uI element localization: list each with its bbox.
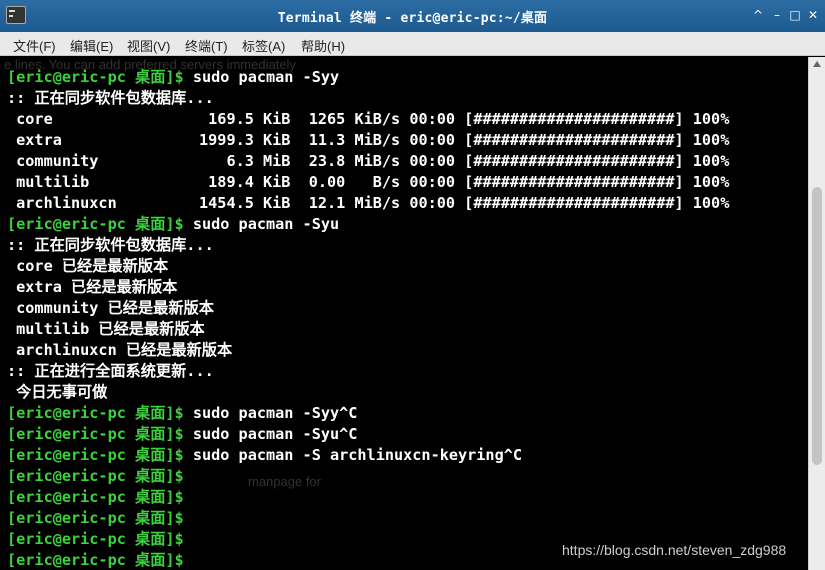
terminal-line: [eric@eric-pc 桌面]$ [7,487,184,508]
terminal-line: [eric@eric-pc 桌面]$ sudo pacman -Syy^C [7,403,357,424]
command-text: sudo pacman -Syy [183,68,340,86]
terminal-output[interactable]: e lines. You can add preferred servers i… [0,57,808,570]
output-text: :: 正在同步软件包数据库... [7,89,214,107]
title-bar[interactable]: Terminal 终端 - eric@eric-pc:~/桌面 ^ – □ ✕ [0,0,825,32]
shell-prompt: [eric@eric-pc 桌面]$ [7,425,184,443]
scroll-up-arrow-icon[interactable] [813,61,821,67]
terminal-line: community 已经是最新版本 [7,298,214,319]
shell-prompt: [eric@eric-pc 桌面]$ [7,68,184,86]
watermark: https://blog.csdn.net/steven_zdg988 [562,542,787,558]
terminal-line: [eric@eric-pc 桌面]$ [7,550,184,570]
menu-file[interactable]: 文件(F) [13,36,56,55]
menu-terminal[interactable]: 终端(T) [185,36,228,55]
terminal-line: [eric@eric-pc 桌面]$ sudo pacman -Syy [7,67,339,88]
terminal-line: :: 正在进行全面系统更新... [7,361,214,382]
keep-above-button[interactable]: ^ [750,6,766,24]
ghost-text: manpage for [248,474,321,489]
shell-prompt: [eric@eric-pc 桌面]$ [7,446,184,464]
terminal-line: community 6.3 MiB 23.8 MiB/s 00:00 [####… [7,151,729,172]
output-text: :: 正在进行全面系统更新... [7,362,214,380]
vertical-scrollbar[interactable] [808,57,825,570]
maximize-button[interactable]: □ [787,6,803,24]
output-text: multilib 189.4 KiB 0.00 B/s 00:00 [#####… [7,173,730,191]
output-text: archlinuxcn 已经是最新版本 [7,341,233,359]
minimize-button[interactable]: – [769,6,785,24]
menu-help[interactable]: 帮助(H) [301,36,345,55]
terminal-line: multilib 已经是最新版本 [7,319,205,340]
output-text: 今日无事可做 [7,383,108,401]
shell-prompt: [eric@eric-pc 桌面]$ [7,488,184,506]
terminal-line: archlinuxcn 已经是最新版本 [7,340,232,361]
menu-tabs[interactable]: 标签(A) [242,36,285,55]
terminal-line: core 已经是最新版本 [7,256,168,277]
output-text: :: 正在同步软件包数据库... [7,236,214,254]
shell-prompt: [eric@eric-pc 桌面]$ [7,509,184,527]
terminal-line: :: 正在同步软件包数据库... [7,235,214,256]
output-text: core 169.5 KiB 1265 KiB/s 00:00 [#######… [7,110,730,128]
menu-view[interactable]: 视图(V) [127,36,170,55]
shell-prompt: [eric@eric-pc 桌面]$ [7,467,184,485]
command-text: sudo pacman -S archlinuxcn-keyring^C [183,446,523,464]
command-text: sudo pacman -Syu [183,215,340,233]
terminal-line: extra 1999.3 KiB 11.3 MiB/s 00:00 [#####… [7,130,729,151]
output-text: archlinuxcn 1454.5 KiB 12.1 MiB/s 00:00 … [7,194,730,212]
terminal-line: [eric@eric-pc 桌面]$ sudo pacman -S archli… [7,445,522,466]
close-button[interactable]: ✕ [805,6,821,24]
window-title: Terminal 终端 - eric@eric-pc:~/桌面 [277,11,548,26]
menu-bar: 文件(F) 编辑(E) 视图(V) 终端(T) 标签(A) 帮助(H) [0,32,825,56]
terminal-line: [eric@eric-pc 桌面]$ [7,466,184,487]
terminal-line: [eric@eric-pc 桌面]$ sudo pacman -Syu^C [7,424,357,445]
command-text: sudo pacman -Syy^C [183,404,358,422]
menu-edit[interactable]: 编辑(E) [70,36,113,55]
output-text: extra 1999.3 KiB 11.3 MiB/s 00:00 [#####… [7,131,730,149]
output-text: extra 已经是最新版本 [7,278,178,296]
terminal-line: archlinuxcn 1454.5 KiB 12.1 MiB/s 00:00 … [7,193,729,214]
terminal-line: [eric@eric-pc 桌面]$ [7,508,184,529]
terminal-line: [eric@eric-pc 桌面]$ sudo pacman -Syu [7,214,339,235]
terminal-line: [eric@eric-pc 桌面]$ [7,529,184,550]
command-text: sudo pacman -Syu^C [183,425,358,443]
shell-prompt: [eric@eric-pc 桌面]$ [7,404,184,422]
output-text: core 已经是最新版本 [7,257,169,275]
output-text: community 已经是最新版本 [7,299,214,317]
terminal-line: core 169.5 KiB 1265 KiB/s 00:00 [#######… [7,109,729,130]
shell-prompt: [eric@eric-pc 桌面]$ [7,215,184,233]
shell-prompt: [eric@eric-pc 桌面]$ [7,530,184,548]
shell-prompt: [eric@eric-pc 桌面]$ [7,551,184,569]
terminal-line: 今日无事可做 [7,382,107,403]
output-text: community 6.3 MiB 23.8 MiB/s 00:00 [####… [7,152,730,170]
terminal-line: :: 正在同步软件包数据库... [7,88,214,109]
scrollbar-thumb[interactable] [812,187,822,465]
output-text: multilib 已经是最新版本 [7,320,205,338]
terminal-line: extra 已经是最新版本 [7,277,177,298]
terminal-line: multilib 189.4 KiB 0.00 B/s 00:00 [#####… [7,172,729,193]
